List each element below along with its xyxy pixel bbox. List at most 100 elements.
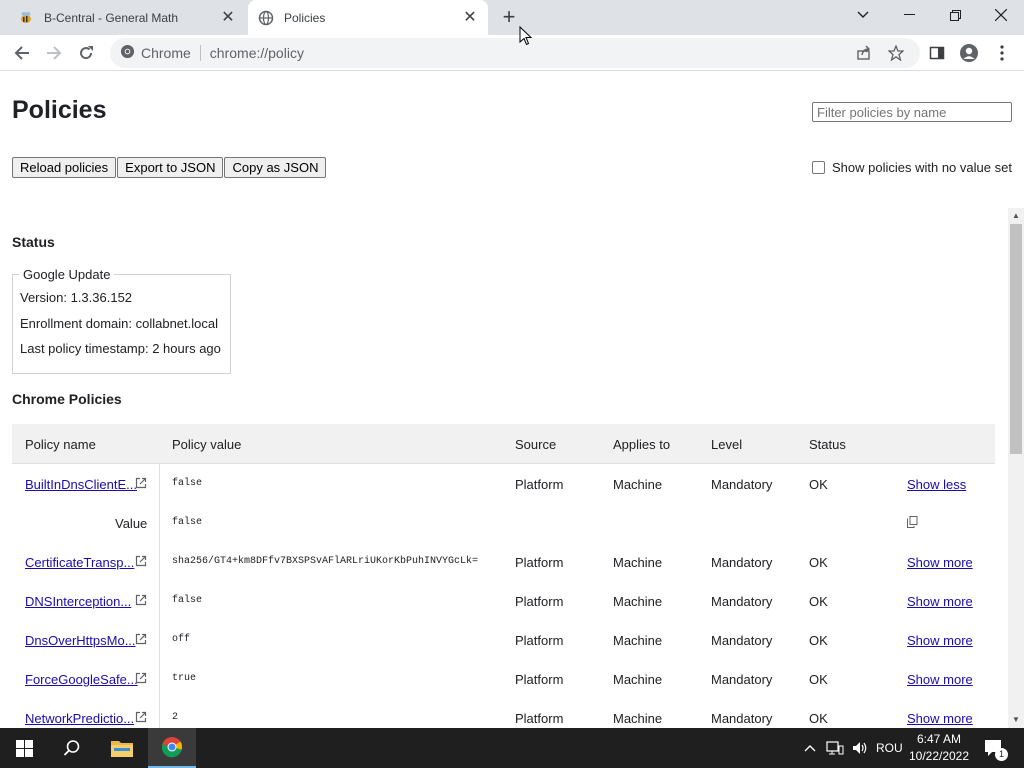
policy-applies-to: Machine: [613, 594, 663, 609]
open-in-new-icon[interactable]: [135, 711, 147, 723]
policy-name-link[interactable]: DNSInterception...: [25, 594, 131, 609]
tab-title: B-Central - General Math: [44, 10, 179, 25]
address-bar[interactable]: Chrome chrome://policy: [110, 38, 920, 68]
policy-applies-to: Machine: [613, 672, 663, 687]
tab-title: Policies: [284, 10, 326, 25]
scroll-thumb[interactable]: [1010, 224, 1022, 454]
open-in-new-icon[interactable]: [135, 477, 147, 489]
reload-policies-button[interactable]: Reload policies: [12, 157, 117, 178]
chrome-policies-heading: Chrome Policies: [12, 391, 122, 407]
filter-policies-input[interactable]: [812, 102, 1012, 122]
policy-name-link[interactable]: BuiltInDnsClientE...: [25, 477, 137, 492]
profile-avatar-icon[interactable]: [955, 39, 983, 67]
show-less-link[interactable]: Show less: [907, 477, 966, 492]
mouse-pointer-icon: [519, 25, 533, 49]
policy-applies-to: Machine: [613, 633, 663, 648]
copy-json-button[interactable]: Copy as JSON: [224, 157, 327, 178]
tab-policies[interactable]: Policies ✕: [248, 0, 488, 35]
policy-source: Platform: [515, 594, 564, 609]
reload-icon[interactable]: [72, 39, 100, 67]
expanded-value: false: [172, 517, 203, 528]
policy-applies-to: Machine: [613, 477, 663, 492]
policy-value: true: [172, 673, 197, 684]
show-more-link[interactable]: Show more: [907, 555, 973, 570]
open-in-new-icon[interactable]: [135, 594, 147, 606]
show-no-value-checkbox[interactable]: [812, 161, 825, 174]
table-row: ForceGoogleSafe... true Platform Machine…: [12, 659, 995, 698]
enrollment-domain-text: Enrollment domain: collabnet.local: [20, 316, 218, 331]
scroll-down-icon[interactable]: ▼: [1008, 712, 1024, 728]
action-buttons: Reload policies Export to JSON Copy as J…: [12, 157, 327, 178]
col-policy-name: Policy name: [25, 437, 96, 452]
start-windows-icon[interactable]: [0, 728, 48, 768]
chrome-taskbar-icon[interactable]: [148, 728, 196, 768]
policy-level: Mandatory: [711, 555, 773, 570]
notifications-icon[interactable]: 1: [982, 728, 1008, 768]
clock-date: 10/22/2022: [908, 749, 970, 763]
show-no-value-toggle[interactable]: Show policies with no value set: [812, 160, 1012, 175]
policies-table: Policy name Policy value Source Applies …: [12, 424, 995, 737]
policy-level: Mandatory: [711, 633, 773, 648]
page-scrollbar[interactable]: ▲ ▼: [1008, 208, 1024, 728]
table-row: DNSInterception... false Platform Machin…: [12, 581, 995, 620]
policy-level: Mandatory: [711, 594, 773, 609]
forward-icon[interactable]: [40, 39, 68, 67]
policy-source: Platform: [515, 477, 564, 492]
col-policy-value: Policy value: [172, 437, 242, 452]
new-tab-icon[interactable]: +: [498, 6, 520, 29]
bookmark-star-icon[interactable]: [888, 38, 904, 68]
share-icon[interactable]: [856, 38, 872, 68]
policy-status: OK: [809, 711, 828, 726]
volume-icon[interactable]: [852, 728, 868, 768]
globe-favicon-icon: [258, 10, 274, 26]
notification-count-badge: 1: [995, 748, 1008, 761]
show-hidden-icons-icon[interactable]: [804, 728, 816, 768]
file-explorer-icon[interactable]: [98, 728, 146, 768]
policy-source: Platform: [515, 711, 564, 726]
tab-search-icon[interactable]: [840, 0, 886, 30]
search-icon[interactable]: [48, 728, 96, 768]
col-applies-to: Applies to: [613, 437, 671, 452]
policy-source: Platform: [515, 555, 564, 570]
col-source: Source: [515, 437, 557, 452]
browser-toolbar: Chrome chrome://policy: [0, 35, 1024, 71]
policy-name-link[interactable]: DnsOverHttpsMo...: [25, 633, 136, 648]
site-label: Chrome: [141, 45, 191, 61]
separator: [199, 45, 201, 61]
page-title: Policies: [12, 96, 107, 124]
clock-time: 6:47 AM: [916, 732, 962, 746]
restore-icon[interactable]: [932, 0, 978, 30]
policy-name-link[interactable]: CertificateTransp...: [25, 555, 134, 570]
show-more-link[interactable]: Show more: [907, 633, 973, 648]
show-more-link[interactable]: Show more: [907, 672, 973, 687]
taskbar-clock[interactable]: 6:47 AM 10/22/2022: [904, 731, 974, 765]
show-more-link[interactable]: Show more: [907, 594, 973, 609]
back-icon[interactable]: [8, 39, 36, 67]
policy-name-link[interactable]: NetworkPredictio...: [25, 711, 134, 726]
expanded-value-label: Value: [115, 516, 148, 531]
tab-close-icon[interactable]: ✕: [462, 9, 478, 26]
show-more-link[interactable]: Show more: [907, 711, 973, 726]
tab-bcentral[interactable]: B-Central - General Math ✕: [8, 0, 246, 35]
status-heading: Status: [12, 234, 55, 250]
open-in-new-icon[interactable]: [135, 633, 147, 645]
expanded-value-row: Value false: [12, 503, 995, 542]
copy-value-icon[interactable]: [907, 516, 918, 531]
export-json-button[interactable]: Export to JSON: [117, 157, 224, 178]
url-text[interactable]: chrome://policy: [210, 45, 304, 61]
policy-name-link[interactable]: ForceGoogleSafe...: [25, 672, 138, 687]
network-icon[interactable]: [826, 728, 844, 768]
policy-level: Mandatory: [711, 711, 773, 726]
more-menu-icon[interactable]: [988, 39, 1016, 67]
minimize-icon[interactable]: [886, 0, 932, 30]
side-panel-icon[interactable]: [923, 39, 951, 67]
policy-status: OK: [809, 633, 828, 648]
language-indicator[interactable]: ROU: [876, 728, 903, 768]
policy-level: Mandatory: [711, 477, 773, 492]
open-in-new-icon[interactable]: [135, 555, 147, 567]
tab-close-icon[interactable]: ✕: [220, 9, 236, 26]
open-in-new-icon[interactable]: [135, 672, 147, 684]
scroll-up-icon[interactable]: ▲: [1008, 208, 1024, 224]
close-window-icon[interactable]: [978, 0, 1024, 30]
windows-taskbar: ROU 6:47 AM 10/22/2022 1: [0, 728, 1024, 768]
